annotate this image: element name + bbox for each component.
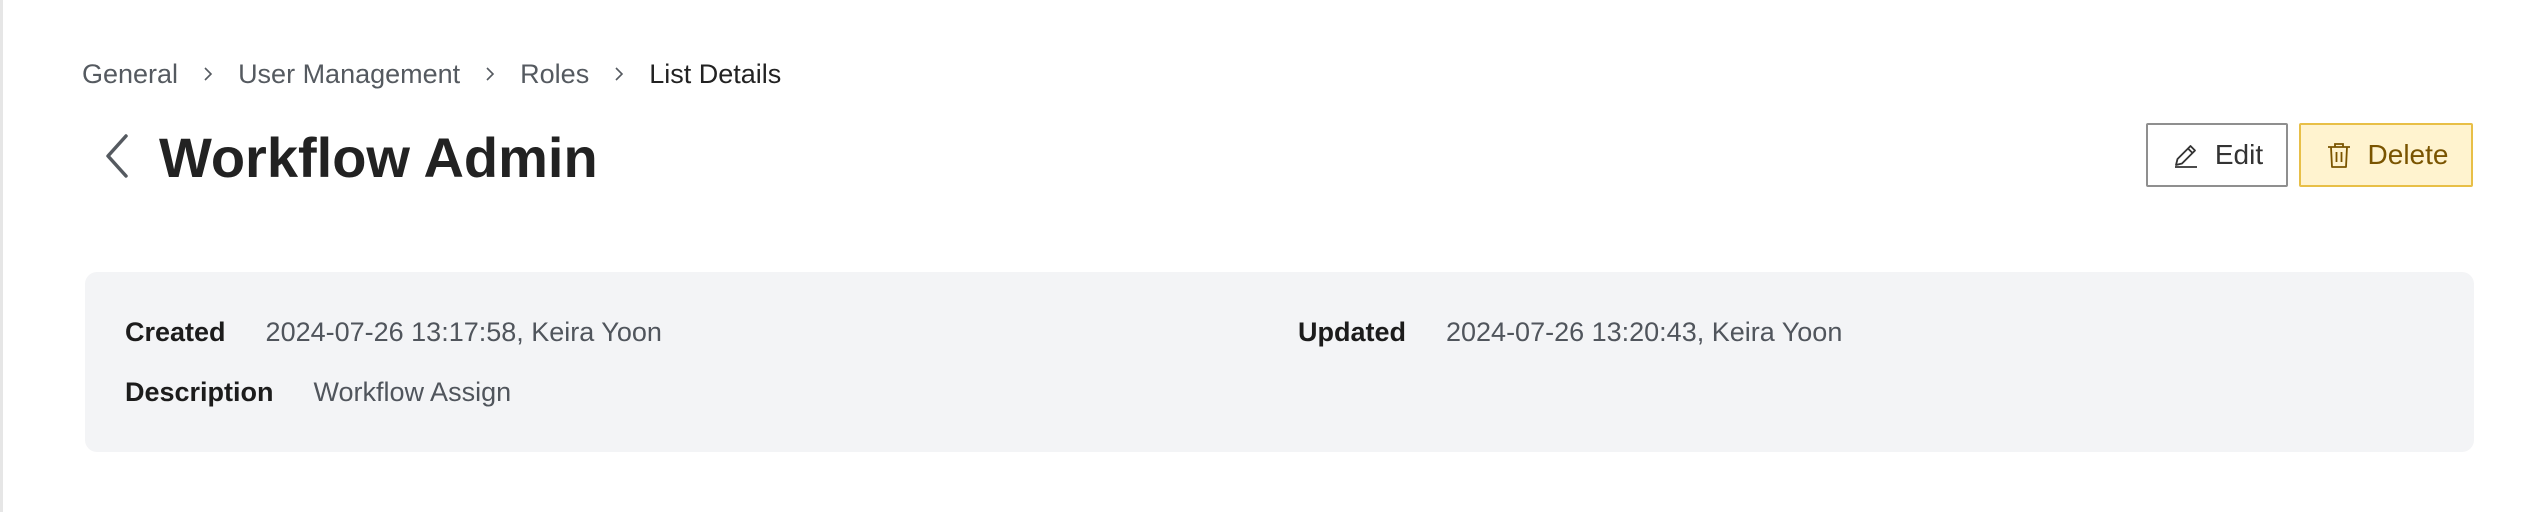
edit-button[interactable]: Edit bbox=[2146, 123, 2288, 187]
created-field: Created 2024-07-26 13:17:58, Keira Yoon bbox=[125, 312, 662, 352]
page-title: Workflow Admin bbox=[159, 126, 598, 189]
chevron-right-icon bbox=[601, 60, 637, 88]
created-label: Created bbox=[125, 316, 226, 347]
delete-button-label: Delete bbox=[2367, 139, 2449, 170]
delete-button[interactable]: Delete bbox=[2299, 123, 2473, 187]
breadcrumb-item-general[interactable]: General bbox=[82, 59, 178, 90]
chevron-right-icon bbox=[472, 60, 508, 88]
back-button[interactable] bbox=[95, 132, 139, 184]
updated-value: 2024-07-26 13:20:43, Keira Yoon bbox=[1446, 316, 1843, 347]
pencil-icon bbox=[2171, 140, 2201, 170]
description-value: Workflow Assign bbox=[313, 376, 512, 407]
chevron-right-icon bbox=[190, 60, 226, 88]
created-value: 2024-07-26 13:17:58, Keira Yoon bbox=[265, 316, 662, 347]
breadcrumb-item-roles[interactable]: Roles bbox=[520, 59, 589, 90]
breadcrumb-item-current: List Details bbox=[649, 58, 782, 89]
updated-label: Updated bbox=[1298, 316, 1406, 347]
description-field: Description Workflow Assign bbox=[125, 372, 511, 412]
details-panel: Created 2024-07-26 13:17:58, Keira Yoon … bbox=[85, 272, 2474, 452]
updated-field: Updated 2024-07-26 13:20:43, Keira Yoon bbox=[1298, 312, 1842, 352]
description-label: Description bbox=[125, 376, 274, 407]
edit-button-label: Edit bbox=[2214, 139, 2264, 170]
breadcrumb-item-user-management[interactable]: User Management bbox=[238, 59, 460, 90]
breadcrumb: General User Management Roles List Detai… bbox=[82, 56, 781, 92]
chevron-left-icon bbox=[104, 133, 130, 184]
trash-icon bbox=[2324, 140, 2354, 170]
page: General User Management Roles List Detai… bbox=[0, 0, 2536, 512]
